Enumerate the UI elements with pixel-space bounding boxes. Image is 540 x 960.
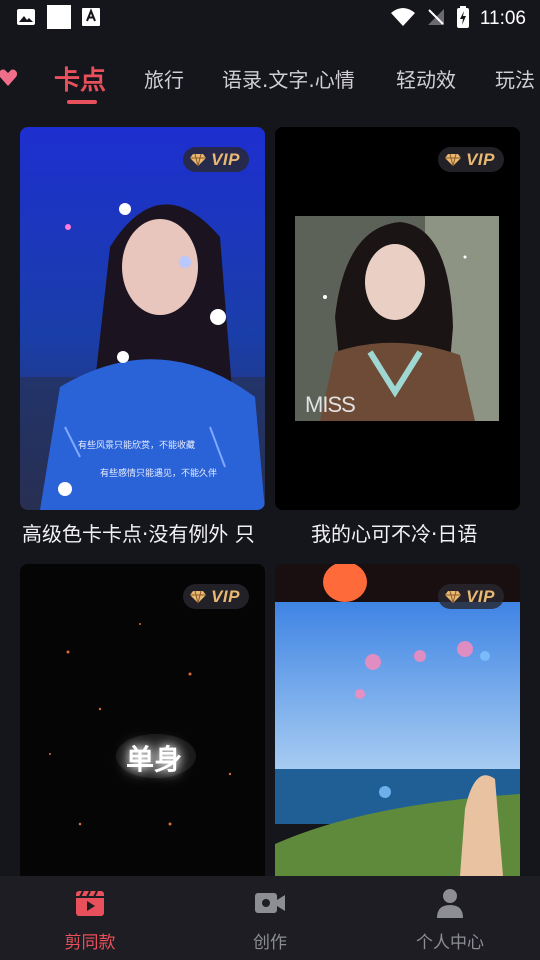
card-title[interactable]: 我的心可不冷·日语 (311, 518, 511, 547)
overlay-caption: 有些风景只能欣赏，不能收藏 有些感情只能遇见，不能久伴 (78, 441, 218, 479)
diamond-icon (190, 153, 207, 166)
diamond-icon (445, 153, 462, 166)
active-tab-indicator (67, 100, 97, 104)
overlay-caption: 单身 (126, 743, 183, 776)
template-thumbnail (275, 564, 520, 876)
tab-quotes[interactable]: 语录.文字.心情 (222, 64, 355, 93)
wifi-icon (390, 7, 416, 31)
bottom-navigation: 剪同款 创作 个人中心 (0, 876, 540, 960)
template-card[interactable]: VIP 有些风景只能欣赏，不能收藏 有些感情只能遇见，不能久伴 (20, 127, 265, 510)
nav-item-profile[interactable]: 个人中心 (360, 876, 540, 960)
gallery-notification-icon (16, 7, 36, 31)
clock-time: 11:06 (479, 8, 526, 29)
nav-item-jiantongkuan[interactable]: 剪同款 (0, 876, 180, 960)
video-camera-icon (254, 888, 286, 922)
template-card[interactable]: VIP (275, 564, 520, 876)
nav-item-create[interactable]: 创作 (180, 876, 360, 960)
template-card[interactable]: VIP 单身 (20, 564, 265, 876)
font-notification-icon (82, 7, 100, 31)
vip-badge: VIP (438, 147, 504, 172)
status-bar: 11:06 (0, 0, 540, 38)
template-thumbnail (20, 564, 265, 876)
diamond-icon (190, 590, 207, 603)
tab-light-effects[interactable]: 轻动效 (396, 64, 456, 93)
vip-badge: VIP (183, 147, 249, 172)
vip-badge: VIP (438, 584, 504, 609)
tab-gameplay[interactable]: 玩法 (495, 64, 535, 93)
template-thumbnail (275, 127, 520, 510)
tab-kadian[interactable]: 卡点 (54, 60, 106, 97)
white-square-notification-icon (46, 4, 72, 34)
no-signal-icon (426, 7, 446, 31)
diamond-icon (445, 590, 462, 603)
person-icon (435, 888, 465, 922)
tab-travel[interactable]: 旅行 (144, 64, 184, 93)
category-tabs: 卡点 旅行 语录.文字.心情 轻动效 玩法 (0, 56, 540, 106)
battery-charging-icon (456, 6, 470, 32)
vip-badge: VIP (183, 584, 249, 609)
template-card[interactable]: VIP MISS (275, 127, 520, 510)
overlay-caption: MISS (305, 392, 356, 417)
favorites-heart-icon[interactable] (0, 68, 18, 92)
clapperboard-icon (75, 888, 105, 922)
card-title[interactable]: 高级色卡卡点·没有例外 只 (22, 518, 267, 547)
